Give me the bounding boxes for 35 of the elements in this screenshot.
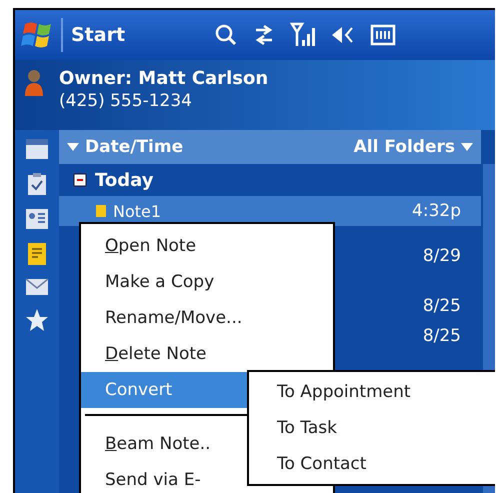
group-header[interactable]: Today (95, 170, 154, 190)
caret-icon (67, 143, 79, 151)
signal-icon[interactable] (290, 22, 316, 48)
collapse-icon[interactable] (73, 173, 87, 187)
calendar-icon[interactable] (25, 138, 49, 160)
submenu-item[interactable]: To Contact (249, 446, 495, 482)
sort-dropdown[interactable]: Date/Time (85, 137, 184, 157)
menu-item[interactable]: Convert (81, 372, 247, 408)
menu-item[interactable]: Open Note (81, 228, 247, 264)
owner-phone: (425) 555-1234 (59, 91, 193, 111)
menu-item[interactable]: Delete Note (81, 336, 247, 372)
submenu-item[interactable]: To Task (249, 410, 495, 446)
search-icon[interactable] (214, 23, 238, 47)
note-icon (95, 204, 107, 218)
note-time: 4:32p (412, 201, 462, 221)
menu-item[interactable]: Make a Copy (81, 264, 247, 300)
submenu-item[interactable]: To Appointment (249, 374, 495, 410)
menu-item[interactable]: Beam Note.. (81, 426, 247, 462)
owner-name: Owner: Matt Carlson (59, 68, 268, 89)
windows-logo-icon[interactable] (21, 18, 63, 52)
menu-item[interactable]: Rename/Move... (81, 300, 247, 336)
battery-icon[interactable] (370, 23, 396, 47)
clipboard-icon[interactable] (26, 172, 48, 196)
note-icon[interactable] (26, 242, 48, 266)
note-time: 8/25 (422, 326, 462, 346)
start-title[interactable]: Start (71, 24, 206, 46)
caret-icon (461, 143, 473, 151)
contacts-card-icon[interactable] (25, 208, 49, 230)
envelope-icon[interactable] (25, 278, 49, 296)
note-row[interactable]: Note1 4:32p (59, 196, 481, 226)
star-icon[interactable] (25, 308, 49, 332)
folder-dropdown[interactable]: All Folders (354, 137, 455, 157)
menu-item[interactable]: Send via E- (81, 462, 247, 493)
person-icon (23, 68, 45, 98)
note-name: Note1 (113, 202, 162, 220)
